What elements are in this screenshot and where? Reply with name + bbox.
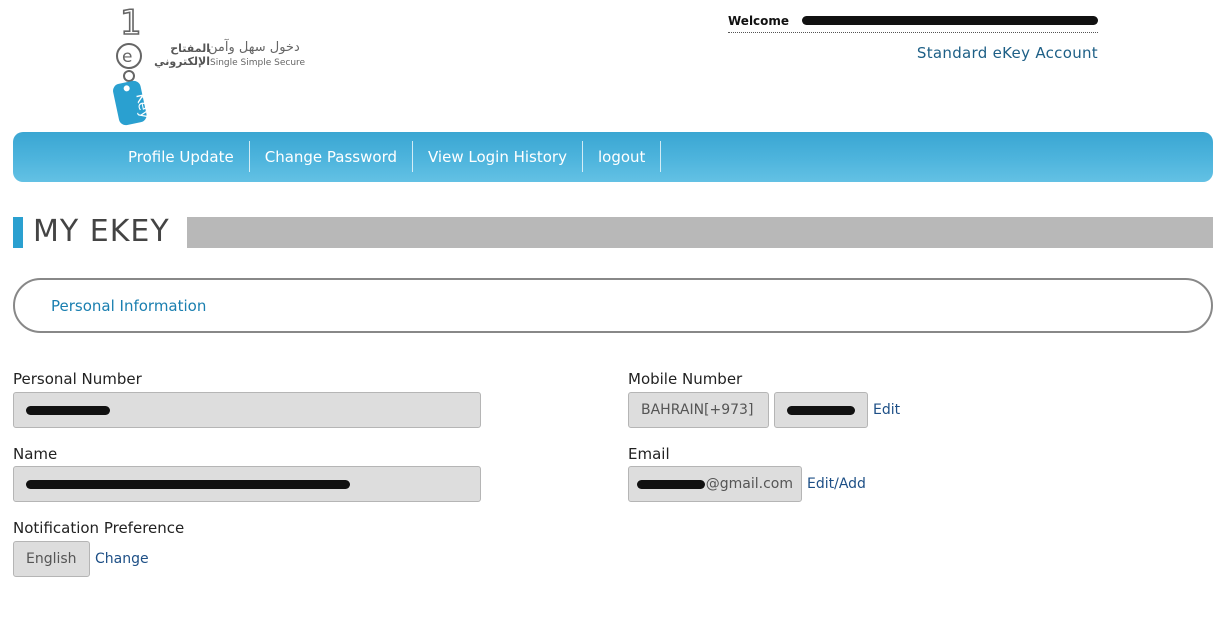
logo-tagline-arabic: دخول سهل وآمن [208,40,300,55]
key-number: 1 [120,4,142,43]
mobile-label: Mobile Number [628,370,743,388]
email-domain: @gmail.com [705,476,793,492]
logo-tagline-english: Single Simple Secure [210,58,306,68]
redacted-name [26,479,350,489]
nav-change-password[interactable]: Change Password [250,141,413,172]
notification-change-link[interactable]: Change [95,551,149,567]
main-nav: Profile Update Change Password View Logi… [13,132,1213,182]
redacted-email-user [637,479,705,489]
title-accent [13,217,23,248]
mobile-number-field[interactable] [774,392,868,428]
tab-personal-information[interactable]: Personal Information [51,297,206,315]
account-type: Standard eKey Account [916,44,1098,62]
ekey-logo: 1 e Key المفتاح الإلكتروني دخول سهل وآمن… [108,4,318,126]
redacted-mobile-number [787,405,855,415]
section-title-bar: MY EKEY [13,214,1213,249]
personal-number-field[interactable] [13,392,481,428]
nav-logout[interactable]: logout [583,141,662,172]
tab-box: Personal Information [13,278,1213,333]
notification-label: Notification Preference [13,519,185,537]
redacted-username [802,16,1098,25]
nav-view-login-history[interactable]: View Login History [413,141,583,172]
redacted-personal-number [26,405,110,415]
mobile-country-field[interactable]: BAHRAIN[+973] [628,392,769,428]
email-edit-link[interactable]: Edit/Add [807,476,866,492]
personal-number-label: Personal Number [13,370,142,388]
logo-brand-arabic: المفتاح الإلكتروني [154,42,210,68]
ekey-key-icon: 1 e Key [113,4,153,126]
email-field[interactable]: @gmail.com [628,466,802,502]
key-letter: e [122,47,132,67]
welcome-line: Welcome [728,12,1098,33]
name-label: Name [13,445,58,463]
email-label: Email [628,445,670,463]
welcome-label: Welcome [728,14,790,28]
notification-field[interactable]: English [13,541,90,577]
title-fill-bar [187,217,1213,248]
mobile-edit-link[interactable]: Edit [873,402,900,418]
name-field[interactable] [13,466,481,502]
nav-profile-update[interactable]: Profile Update [113,141,250,172]
page-title: MY EKEY [33,214,170,249]
